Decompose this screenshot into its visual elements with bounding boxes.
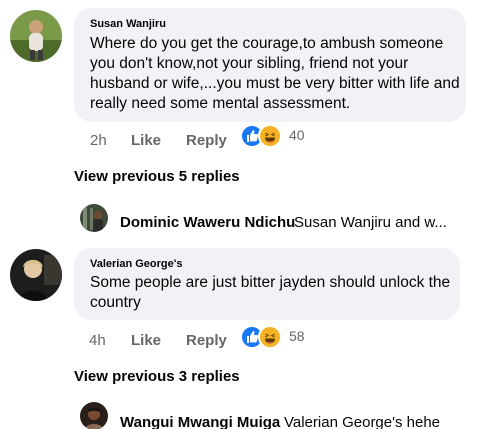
avatar-susan-wanjiru[interactable] (10, 10, 62, 62)
reply-author[interactable]: Dominic Waweru Ndichu (120, 214, 295, 231)
view-previous-replies-link[interactable]: View previous 5 replies (74, 168, 240, 185)
reaction-count[interactable]: 40 (289, 127, 305, 143)
reply-button[interactable]: Reply (186, 132, 227, 149)
reactions-summary[interactable] (240, 124, 290, 148)
like-button[interactable]: Like (131, 332, 161, 349)
comment-timestamp[interactable]: 4h (89, 332, 106, 349)
comment-author[interactable]: Valerian George's (90, 258, 183, 270)
comment-author[interactable]: Susan Wanjiru (90, 18, 166, 30)
comment-text-line: Some people are just bitter jayden shoul… (90, 274, 451, 291)
profile-photo-icon (80, 204, 108, 232)
profile-photo-icon (10, 10, 62, 62)
avatar-wangui-mwangi-muiga[interactable] (80, 402, 108, 429)
avatar-dominic-waweru-ndichu[interactable] (80, 204, 108, 232)
comment-timestamp[interactable]: 2h (90, 132, 107, 149)
like-button[interactable]: Like (131, 132, 161, 149)
reply-preview-text: Valerian George's hehe (284, 414, 441, 429)
reaction-count[interactable]: 58 (289, 328, 305, 344)
reply-button[interactable]: Reply (186, 332, 227, 349)
profile-photo-icon (10, 249, 62, 301)
reply-preview-text: Susan Wanjiru and w... (294, 214, 447, 231)
haha-icon (258, 325, 282, 349)
reactions-summary[interactable] (240, 325, 290, 349)
view-previous-replies-link[interactable]: View previous 3 replies (74, 368, 240, 385)
reply-author[interactable]: Wangui Mwangi Muiga (120, 414, 280, 429)
comment-text-line: country (90, 294, 141, 311)
comment-text-line: you don't know,not your sibling, friend … (90, 55, 409, 72)
latest-reply-row[interactable]: Wangui Mwangi Muiga Valerian George's he… (80, 402, 470, 429)
avatar-valerian-georges[interactable] (10, 249, 62, 301)
profile-photo-icon (80, 402, 108, 429)
comment-text-line: husband or wife,...you must be very bitt… (90, 75, 460, 92)
comment-text-line: really need some mental assessment. (90, 95, 351, 112)
latest-reply-row[interactable]: Dominic Waweru Ndichu Susan Wanjiru and … (80, 204, 460, 232)
comment-text-line: Where do you get the courage,to ambush s… (90, 35, 444, 52)
haha-icon (258, 124, 282, 148)
